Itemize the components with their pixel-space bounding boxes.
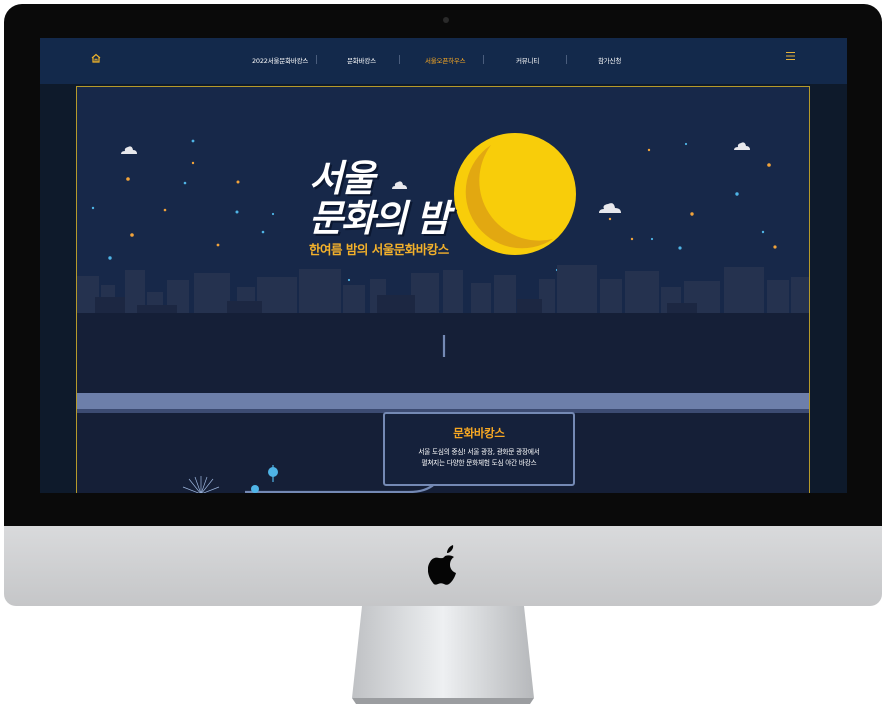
- camera-icon: [443, 17, 449, 23]
- nav-item-apply[interactable]: 참가신청: [598, 55, 621, 65]
- hero-subtitle: 한여름 밤의 서울문화바캉스: [309, 242, 449, 257]
- nav-divider: [316, 55, 317, 64]
- hero-frame: 서울 문화의 밤 한여름 밤의 서울문화바캉스 문화바캉스 서울 도심의 중심!…: [76, 86, 810, 493]
- nav-item-2022-seoul-culture-vacance[interactable]: 2022서울문화바캉스: [252, 55, 308, 65]
- hero-title: 서울 문화의 밤: [309, 157, 450, 240]
- nav-divider: [399, 55, 400, 64]
- website-screen: 2022서울문화바캉스 문화바캉스 서울오픈하우스 커뮤니티 참가신청 서울 문…: [40, 38, 847, 493]
- info-card-text-line1: 서울 도심의 중심! 서울 광장, 광화문 광장에서: [418, 448, 540, 456]
- home-icon[interactable]: [90, 52, 102, 64]
- hero-title-line1: 서울: [309, 157, 375, 200]
- hero-title-line2: 문화의 밤: [309, 197, 450, 240]
- nav-divider: [483, 55, 484, 64]
- road: [77, 393, 809, 410]
- monitor-stand: [352, 606, 534, 704]
- apple-logo-icon: [428, 545, 456, 585]
- hamburger-menu-icon[interactable]: [786, 52, 795, 60]
- moon: [454, 133, 576, 255]
- info-card-text-line2: 펼쳐지는 다양한 문화체험 도심 야간 바캉스: [421, 459, 537, 467]
- nav-item-seoul-open-house[interactable]: 서울오픈하우스: [425, 55, 466, 65]
- nav-item-community[interactable]: 커뮤니티: [516, 55, 539, 65]
- nav-item-culture-vacance[interactable]: 문화바캉스: [347, 55, 376, 65]
- info-card-title: 문화바캉스: [453, 426, 505, 440]
- nav-divider: [566, 55, 567, 64]
- top-navigation: 2022서울문화바캉스 문화바캉스 서울오픈하우스 커뮤니티 참가신청: [40, 38, 847, 84]
- culture-vacance-info-card[interactable]: 문화바캉스 서울 도심의 중심! 서울 광장, 광화문 광장에서 펼쳐지는 다양…: [383, 412, 575, 486]
